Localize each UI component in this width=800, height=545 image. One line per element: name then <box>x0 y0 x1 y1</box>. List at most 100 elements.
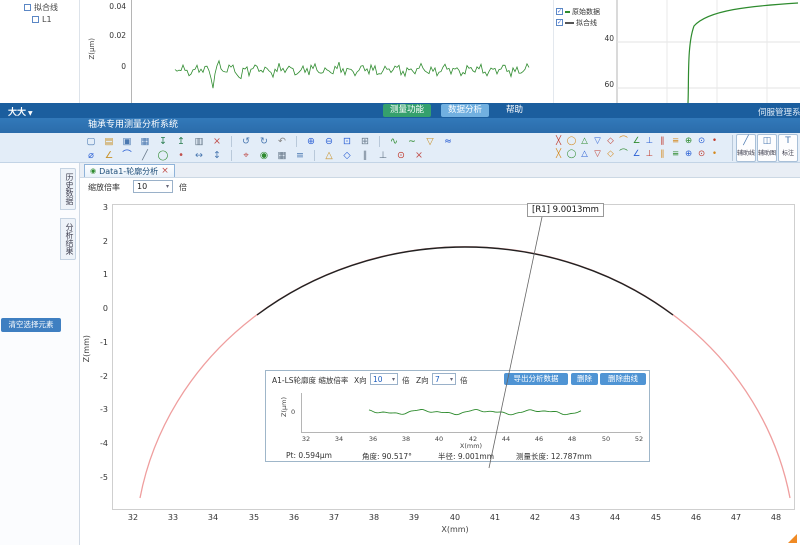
record-icon[interactable]: ◉ <box>257 149 271 162</box>
zoom-ratio-select[interactable]: 10 ▾ <box>133 180 173 193</box>
feature-icon-26[interactable]: • <box>708 148 721 161</box>
feature-icon-17[interactable]: ▽ <box>591 148 604 161</box>
checkbox-checked-icon[interactable]: ✓ <box>556 19 563 26</box>
feature-icon-23[interactable]: ≡ <box>669 148 682 161</box>
inset-plot-area[interactable] <box>301 393 641 433</box>
z-zoom-select[interactable]: 7 ▾ <box>432 373 456 385</box>
point-icon[interactable]: • <box>174 149 188 162</box>
radius-annotation[interactable]: [R1] 9.0013mm <box>527 203 604 217</box>
feature-icon-19[interactable]: ⌒ <box>617 148 630 161</box>
wave-icon[interactable]: ∿ <box>387 135 401 148</box>
ribbon-tab-measure[interactable]: 测量功能 <box>383 104 431 117</box>
feature-icon-6[interactable]: ⌒ <box>617 135 630 148</box>
export-analysis-button[interactable]: 导出分析数据 <box>504 373 568 385</box>
zoom-fit-icon[interactable]: ⊡ <box>340 135 354 148</box>
tab-data1-profile-analysis[interactable]: ◉ Data1-轮廓分析 × <box>84 164 175 177</box>
new-icon[interactable]: ▢ <box>84 135 98 148</box>
app-logo[interactable]: 大大▼ <box>8 105 33 118</box>
feature-icon-9[interactable]: ∥ <box>656 135 669 148</box>
checkbox-checked-icon[interactable]: ✓ <box>556 8 563 15</box>
checkbox-icon[interactable] <box>24 4 31 11</box>
feature-icon-15[interactable]: ◯ <box>565 148 578 161</box>
width-icon[interactable]: ↔ <box>192 149 206 162</box>
feature-icon-14[interactable]: ╳ <box>552 148 565 161</box>
table-icon[interactable]: ▦ <box>275 149 289 162</box>
feature-icon-4[interactable]: ▽ <box>591 135 604 148</box>
annotate-button[interactable]: T 标注 <box>778 134 798 162</box>
parallel-icon[interactable]: ∥ <box>358 149 372 162</box>
close-icon[interactable]: × <box>161 166 169 176</box>
feature-icon-2[interactable]: ◯ <box>565 135 578 148</box>
grid-icon[interactable]: ⊞ <box>358 135 372 148</box>
line-icon[interactable]: ╱ <box>138 149 152 162</box>
undo-icon[interactable]: ↺ <box>239 135 253 148</box>
feature-icon-18[interactable]: ◇ <box>604 148 617 161</box>
close-tool-icon[interactable]: × <box>412 149 426 162</box>
feature-icon-20[interactable]: ∠ <box>630 148 643 161</box>
feature-icon-24[interactable]: ⊕ <box>682 148 695 161</box>
redo-icon[interactable]: ↻ <box>257 135 271 148</box>
diamond-icon[interactable]: ◇ <box>340 149 354 162</box>
filter-icon[interactable]: ▽ <box>423 135 437 148</box>
feature-icon-3[interactable]: △ <box>578 135 591 148</box>
ribbon-tab-data-analysis[interactable]: 数据分析 <box>441 104 489 117</box>
clear-selection-button[interactable]: 清空选择元素 <box>1 318 61 332</box>
feature-icon-1[interactable]: ╳ <box>552 135 565 148</box>
feature-icon-5[interactable]: ◇ <box>604 135 617 148</box>
delete-curve-button[interactable]: 删除曲线 <box>600 373 646 385</box>
copy-icon[interactable]: ▦ <box>138 135 152 148</box>
back-icon[interactable]: ↶ <box>275 135 289 148</box>
x-zoom-select[interactable]: 10 ▾ <box>370 373 398 385</box>
legend-item-raw-data[interactable]: ✓ 原始数据 <box>556 6 600 17</box>
checkbox-icon[interactable] <box>32 16 39 23</box>
x-tick: 34 <box>331 435 347 443</box>
triangle-icon[interactable]: △ <box>322 149 336 162</box>
feature-icon-11[interactable]: ⊕ <box>682 135 695 148</box>
feature-icon-25[interactable]: ⊙ <box>695 148 708 161</box>
export-icon[interactable]: ↥ <box>174 135 188 148</box>
angle-icon[interactable]: ∠ <box>102 149 116 162</box>
feature-icon-7[interactable]: ∠ <box>630 135 643 148</box>
zoom-out-icon[interactable]: ⊖ <box>322 135 336 148</box>
feature-icon-13[interactable]: • <box>708 135 721 148</box>
arc-icon[interactable]: ⌒ <box>120 149 134 162</box>
diameter-icon[interactable]: ⌀ <box>84 149 98 162</box>
aux-graph-button[interactable]: ◫ 辅助图 <box>757 134 777 162</box>
ribbon-tab-help[interactable]: 帮助 <box>499 104 530 117</box>
feature-icon-16[interactable]: △ <box>578 148 591 161</box>
circle-icon[interactable]: ◯ <box>156 149 170 162</box>
plot-area[interactable] <box>112 204 795 510</box>
x-zoom-value: 10 <box>373 375 383 384</box>
import-icon[interactable]: ↧ <box>156 135 170 148</box>
x-tick: 40 <box>445 513 465 522</box>
tree-item-fit-line[interactable]: 拟合线 <box>24 2 58 13</box>
x-tick: 38 <box>398 435 414 443</box>
aux-line-button[interactable]: ╱ 辅助线 <box>736 134 756 162</box>
height-icon[interactable]: ↕ <box>210 149 224 162</box>
titlebar: 大大▼ 测量功能 数据分析 帮助 伺服管理系统 <box>0 103 800 118</box>
tab-history-data[interactable]: 历史数据 <box>60 168 76 210</box>
feature-icon-21[interactable]: ⊥ <box>643 148 656 161</box>
tab-analysis-result[interactable]: 分析结果 <box>60 218 76 260</box>
feature-icon-22[interactable]: ∥ <box>656 148 669 161</box>
save-icon[interactable]: ▣ <box>120 135 134 148</box>
perpendicular-icon[interactable]: ⊥ <box>376 149 390 162</box>
feature-icon-12[interactable]: ⊙ <box>695 135 708 148</box>
delete-icon[interactable]: × <box>210 135 224 148</box>
zoom-in-icon[interactable]: ⊕ <box>304 135 318 148</box>
spectrum-icon[interactable]: ≈ <box>441 135 455 148</box>
tree-item-l1[interactable]: L1 <box>32 15 52 24</box>
print-icon[interactable]: ▥ <box>192 135 206 148</box>
feature-icon-10[interactable]: ≡ <box>669 135 682 148</box>
x-tick: 43 <box>565 513 585 522</box>
open-icon[interactable]: ▤ <box>102 135 116 148</box>
smooth-icon[interactable]: ∼ <box>405 135 419 148</box>
menu-item-management[interactable]: 伺服管理系统 <box>758 106 800 118</box>
feature-icon-8[interactable]: ⊥ <box>643 135 656 148</box>
legend-item-fit-line[interactable]: ✓ 拟合线 <box>556 17 600 28</box>
concentric-icon[interactable]: ⊙ <box>394 149 408 162</box>
delete-button[interactable]: 删除 <box>571 373 598 385</box>
report-icon[interactable]: ≡ <box>293 149 307 162</box>
y-tick: -4 <box>84 439 108 448</box>
target-icon[interactable]: ⌖ <box>239 149 253 162</box>
